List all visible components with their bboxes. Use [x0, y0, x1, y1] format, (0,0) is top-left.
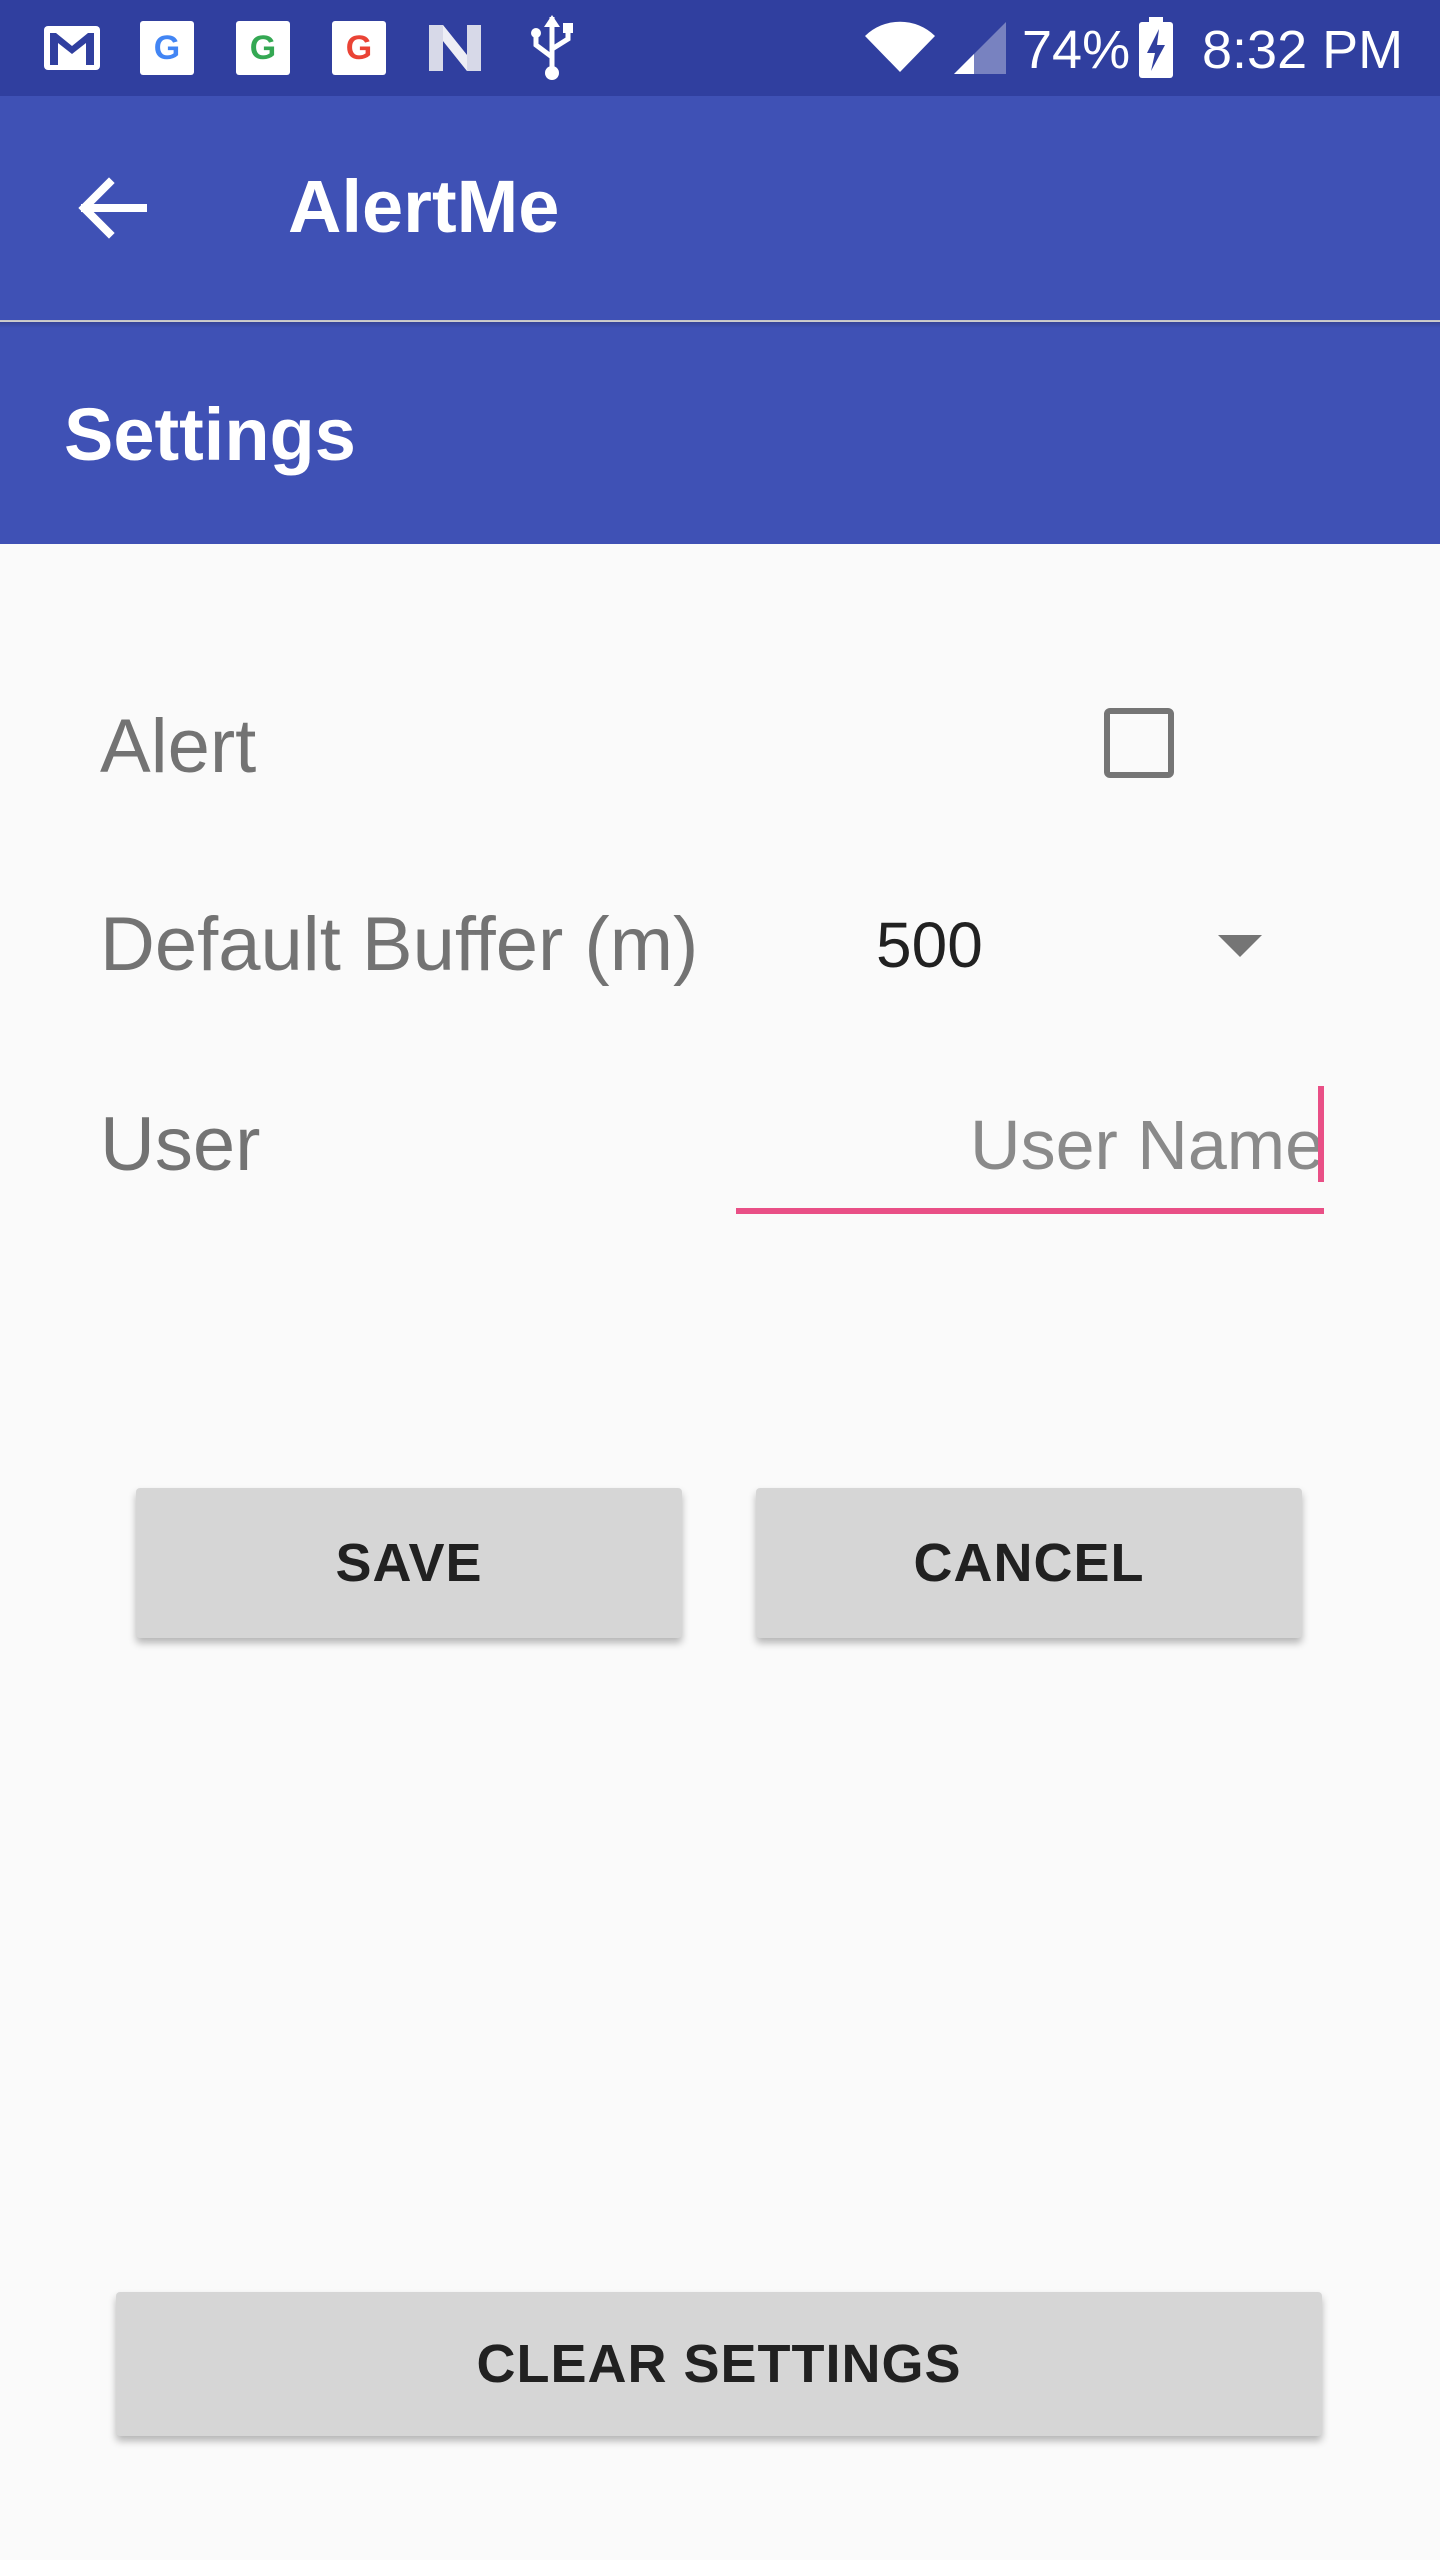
battery-percent: 74%	[1022, 20, 1131, 80]
battery-charging-icon	[1136, 17, 1176, 78]
user-name-input[interactable]	[736, 1080, 1324, 1210]
user-field-underline	[736, 1208, 1324, 1214]
section-header: Settings	[0, 322, 1440, 544]
clear-settings-button[interactable]: CLEAR SETTINGS	[116, 2292, 1322, 2436]
app-title: AlertMe	[288, 165, 560, 248]
back-button[interactable]	[62, 158, 162, 258]
google-icon: G	[140, 21, 194, 75]
cancel-button[interactable]: CANCEL	[756, 1488, 1302, 1638]
google-icon: G	[332, 21, 386, 75]
alert-label: Alert	[100, 704, 257, 789]
user-name-field[interactable]	[736, 1080, 1324, 1220]
section-title: Settings	[64, 393, 356, 476]
save-button[interactable]: SAVE	[136, 1488, 682, 1638]
status-time: 8:32 PM	[1202, 20, 1404, 80]
app-bar: AlertMe	[0, 96, 1440, 320]
dropdown-arrow-icon	[1218, 935, 1262, 957]
google-icon: G	[236, 21, 290, 75]
status-bar: G G G 74% 8:32 PM	[0, 0, 1440, 96]
alert-checkbox[interactable]	[1104, 708, 1174, 778]
buffer-label: Default Buffer (m)	[100, 902, 699, 987]
gmail-icon	[40, 20, 104, 76]
cellular-signal-icon	[950, 20, 1010, 76]
user-label: User	[100, 1102, 261, 1187]
app-bar-shadow	[0, 320, 1440, 328]
text-caret	[1318, 1086, 1324, 1182]
wifi-icon	[862, 20, 938, 76]
buffer-value: 500	[876, 909, 983, 981]
n-icon	[424, 20, 486, 76]
buffer-spinner[interactable]: 500	[876, 895, 1276, 995]
arrow-left-icon	[78, 177, 147, 239]
usb-icon	[522, 15, 582, 80]
